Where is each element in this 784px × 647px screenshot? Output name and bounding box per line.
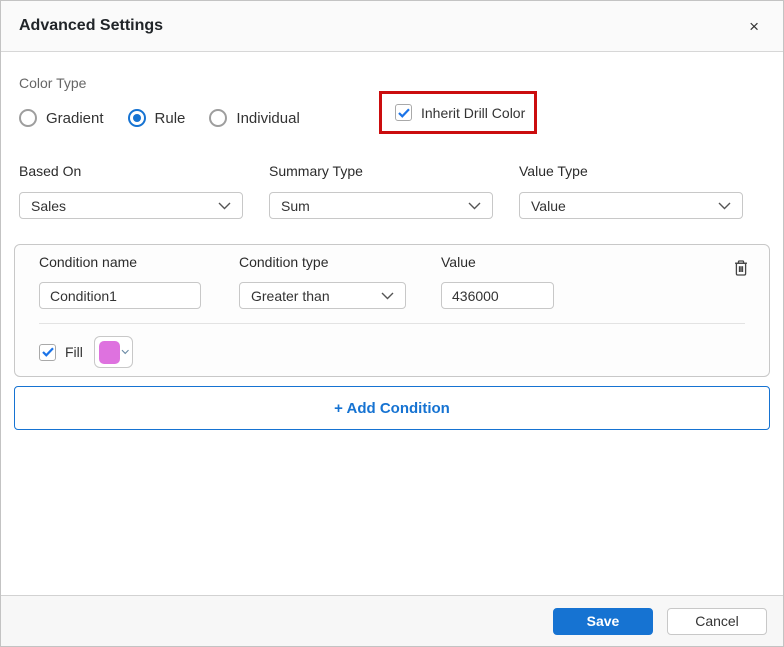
selectors-row: Based On Sales Summary Type Sum Value Ty… [19, 163, 765, 219]
fill-label: Fill [65, 344, 83, 360]
condition-inputs-row: Greater than [39, 282, 745, 309]
fill-color-picker[interactable] [93, 336, 133, 368]
condition-divider [39, 323, 745, 324]
radio-rule-label: Rule [154, 109, 186, 127]
inherit-drill-color-checkbox[interactable] [395, 104, 412, 121]
inherit-drill-color-highlight: Inherit Drill Color [379, 91, 537, 134]
summary-type-label: Summary Type [269, 163, 363, 179]
condition-labels-row: Condition name Condition type Value [39, 254, 745, 270]
trash-icon [735, 260, 747, 276]
value-type-group: Value Type Value [519, 163, 743, 219]
chevron-down-icon [468, 202, 481, 209]
condition-type-value: Greater than [251, 287, 330, 304]
cancel-button[interactable]: Cancel [667, 607, 767, 635]
radio-rule-circle[interactable] [127, 109, 146, 127]
chevron-down-icon [121, 349, 130, 355]
save-button[interactable]: Save [553, 607, 653, 635]
condition-type-select[interactable]: Greater than [239, 282, 406, 309]
value-type-label: Value Type [519, 163, 588, 179]
radio-individual-label: Individual [236, 109, 300, 127]
based-on-value: Sales [31, 197, 67, 214]
chevron-down-icon [381, 292, 394, 299]
condition-value-label: Value [441, 254, 476, 270]
fill-checkbox[interactable] [39, 343, 56, 361]
chevron-down-icon [218, 202, 231, 209]
radio-rule[interactable]: Rule [127, 109, 186, 127]
value-type-value: Value [531, 197, 566, 214]
close-icon[interactable]: × [743, 14, 765, 39]
condition-name-input[interactable] [39, 282, 201, 309]
inherit-drill-color-label: Inherit Drill Color [421, 104, 526, 121]
condition-card: Condition name Condition type Value Grea… [14, 244, 770, 377]
radio-gradient-label: Gradient [46, 109, 104, 127]
based-on-group: Based On Sales [19, 163, 243, 219]
summary-type-group: Summary Type Sum [269, 163, 493, 219]
dialog-footer: Save Cancel [1, 595, 783, 646]
based-on-label: Based On [19, 163, 82, 179]
dialog-header: Advanced Settings × [1, 1, 783, 52]
dialog-title: Advanced Settings [19, 17, 164, 34]
chevron-down-icon [718, 202, 731, 209]
radio-individual-circle[interactable] [209, 109, 228, 127]
radio-individual[interactable]: Individual [209, 109, 300, 127]
based-on-select[interactable]: Sales [19, 192, 243, 219]
advanced-settings-dialog: Advanced Settings × Color Type Gradient … [0, 0, 784, 647]
value-type-select[interactable]: Value [519, 192, 743, 219]
color-type-label: Color Type [19, 75, 87, 91]
condition-type-label: Condition type [239, 254, 329, 270]
check-icon [41, 347, 54, 357]
fill-row: Fill [39, 336, 745, 368]
condition-name-label: Condition name [39, 254, 138, 270]
radio-gradient-circle[interactable] [19, 109, 37, 127]
radio-gradient[interactable]: Gradient [19, 109, 104, 127]
summary-type-value: Sum [281, 197, 310, 214]
summary-type-select[interactable]: Sum [269, 192, 493, 219]
check-icon [397, 108, 410, 118]
condition-value-input[interactable] [441, 282, 554, 309]
add-condition-button[interactable]: + Add Condition [14, 386, 770, 430]
fill-color-swatch [98, 340, 121, 364]
delete-condition-button[interactable] [731, 257, 751, 282]
